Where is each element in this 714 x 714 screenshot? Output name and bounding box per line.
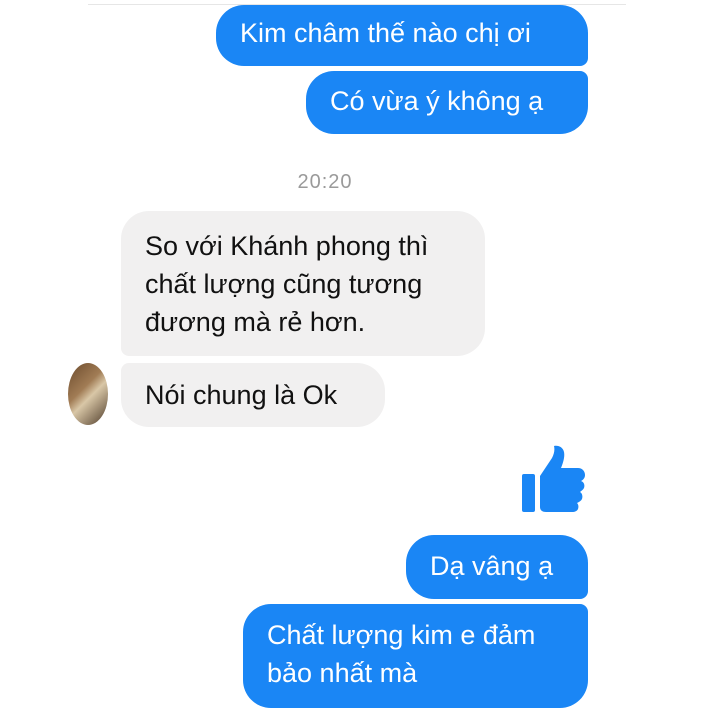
message-timestamp: 20:20 (297, 171, 353, 193)
chat-thread: Kim châm thế nào chị ơi Có vừa ý không ạ… (0, 0, 714, 714)
outgoing-message[interactable]: Dạ vâng ạ (406, 535, 588, 599)
incoming-message[interactable]: So với Khánh phong thì chất lượng cũng t… (121, 211, 485, 356)
outgoing-message[interactable]: Kim châm thế nào chị ơi (216, 5, 588, 66)
incoming-message[interactable]: Nói chung là Ok (121, 363, 385, 427)
outgoing-message[interactable]: Chất lượng kim e đảm bảo nhất mà (243, 604, 588, 708)
thumbs-up-icon[interactable] (520, 444, 586, 514)
outgoing-message[interactable]: Có vừa ý không ạ (306, 71, 588, 134)
avatar[interactable] (68, 363, 108, 425)
